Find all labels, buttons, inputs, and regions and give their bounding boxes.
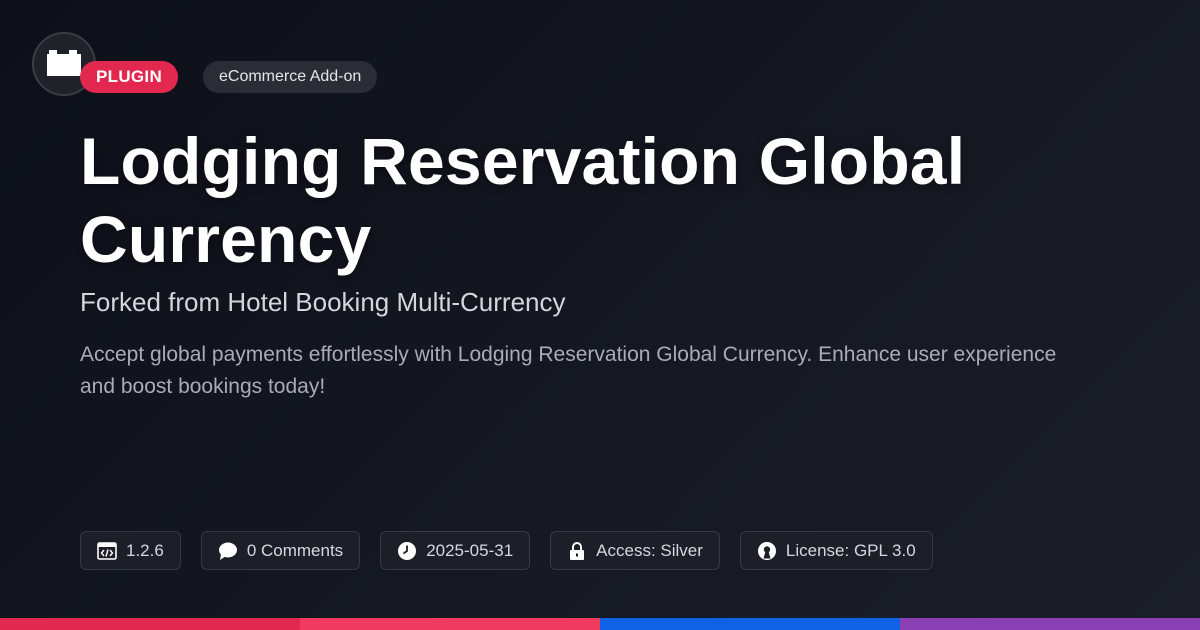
- plugin-type-badge: PLUGIN: [80, 61, 179, 93]
- color-bar-segment: [600, 618, 900, 630]
- color-bar-segment: [0, 618, 300, 630]
- color-bar-segment: [300, 618, 600, 630]
- license-chip: License: GPL 3.0: [739, 531, 933, 570]
- subtitle: Forked from Hotel Booking Multi-Currency: [80, 287, 566, 317]
- category-badge[interactable]: eCommerce Add-on: [203, 61, 378, 93]
- page-title: Lodging Reservation Global Currency: [80, 124, 966, 276]
- access-text: Access: Silver: [596, 540, 703, 560]
- license-text: License: GPL 3.0: [785, 540, 916, 560]
- color-bar: [0, 618, 1200, 630]
- date-text: 2025-05-31: [426, 540, 514, 560]
- comments-chip[interactable]: 0 Comments: [200, 531, 361, 570]
- plugin-block-icon: [47, 50, 81, 76]
- version-text: 1.2.6: [126, 540, 164, 560]
- version-chip: 1.2.6: [80, 531, 181, 570]
- code-window-icon: [97, 541, 117, 561]
- meta-row: 1.2.6 0 Comments 2025-05-31 Access: Silv…: [80, 531, 933, 570]
- speech-bubble-icon: [218, 541, 238, 561]
- open-source-icon: [757, 541, 777, 561]
- comments-text: 0 Comments: [246, 540, 344, 560]
- description: Accept global payments effortlessly with…: [80, 343, 1057, 398]
- lock-icon: [567, 541, 587, 561]
- date-chip: 2025-05-31: [380, 531, 531, 570]
- clock-icon: [397, 541, 417, 561]
- color-bar-segment: [900, 618, 1200, 630]
- access-chip: Access: Silver: [550, 531, 720, 570]
